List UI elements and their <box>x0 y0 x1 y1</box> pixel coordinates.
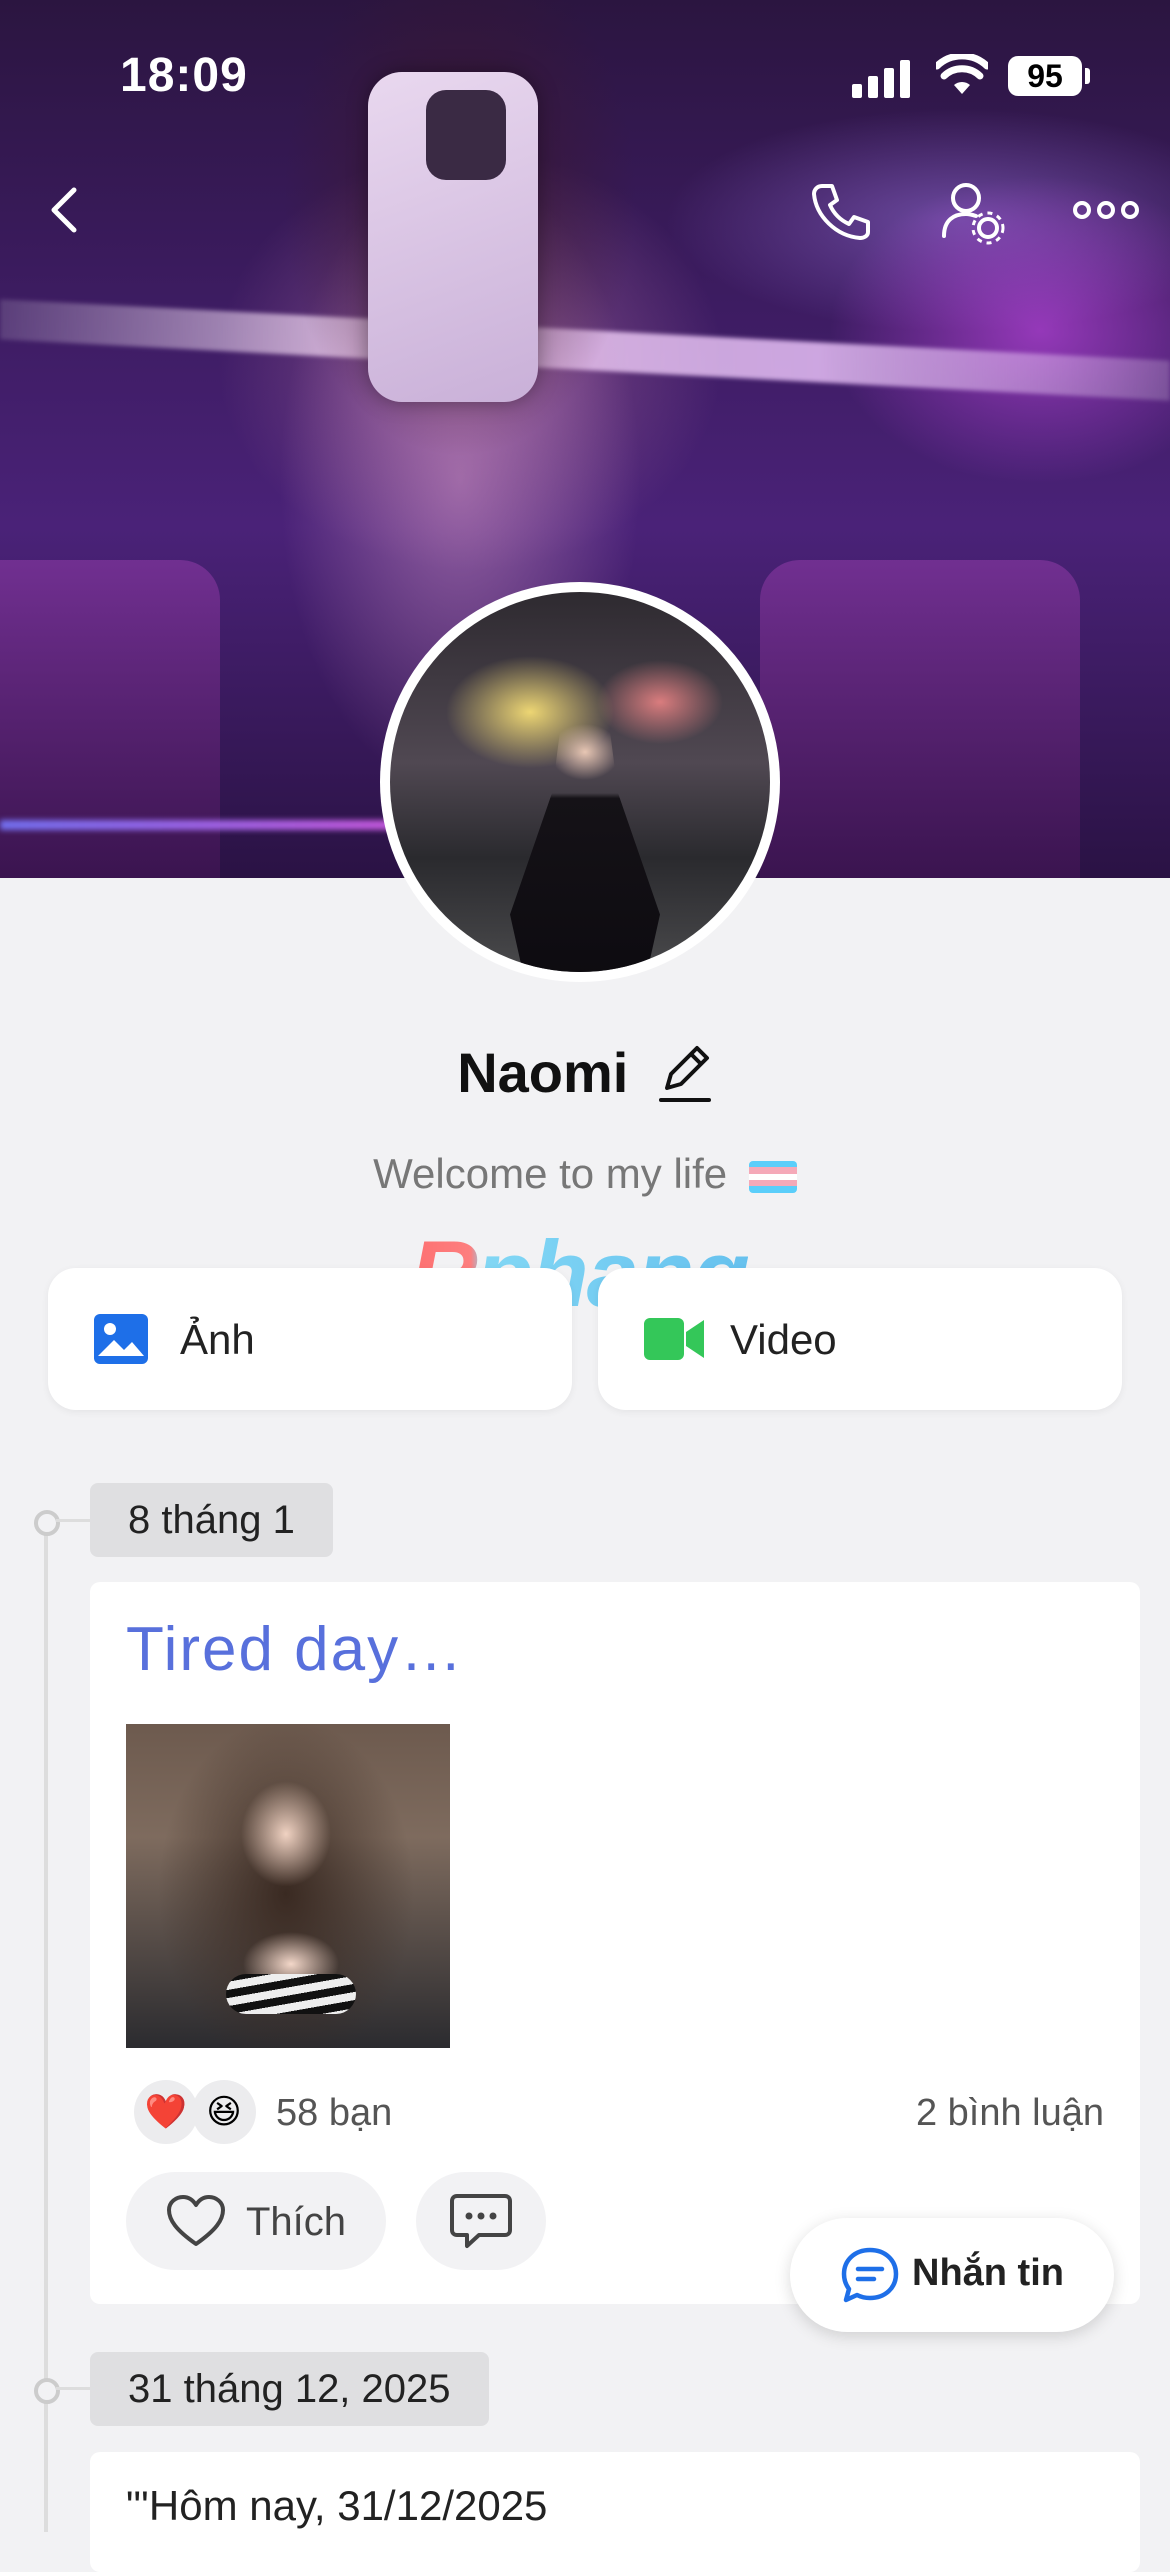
more-options-icon[interactable] <box>1066 170 1146 250</box>
battery-tip <box>1085 68 1090 84</box>
tab-photos-label: Ảnh <box>180 1316 255 1363</box>
like-button-label: Thích <box>246 2200 347 2244</box>
battery-indicator: 95 <box>1008 56 1082 96</box>
status-bar: 18:09 95 <box>0 0 1170 150</box>
reaction-count: 58 bạn <box>276 2092 393 2134</box>
signal-icon <box>852 58 916 98</box>
profile-bio: Welcome to my life <box>0 1150 1170 1198</box>
timeline-connector <box>56 1519 90 1522</box>
status-time: 18:09 <box>120 49 248 102</box>
message-button-label: Nhắn tin <box>912 2252 1064 2294</box>
timeline-post[interactable]: "'Hôm nay, 31/12/2025 <box>90 2452 1140 2572</box>
timeline-connector <box>56 2387 90 2390</box>
transgender-flag-icon <box>748 1160 797 1193</box>
timeline-date: 31 tháng 12, 2025 <box>90 2352 489 2426</box>
message-button[interactable]: Nhắn tin <box>790 2218 1114 2332</box>
laugh-reaction-icon: 😆 <box>192 2080 256 2144</box>
chat-bubble-icon <box>841 2247 899 2303</box>
comment-count[interactable]: 2 bình luận <box>916 2092 1104 2135</box>
heart-icon <box>167 2195 225 2246</box>
video-camera-icon <box>644 1318 704 1360</box>
timeline-dot <box>34 1510 60 1536</box>
tab-video-label: Video <box>730 1316 837 1363</box>
comment-button[interactable] <box>416 2172 546 2270</box>
wifi-icon <box>936 54 988 94</box>
like-button[interactable]: Thích <box>126 2172 386 2270</box>
post-photo[interactable] <box>126 1724 450 2048</box>
back-chevron-icon[interactable] <box>26 170 106 250</box>
edit-pencil-icon[interactable] <box>657 1042 713 1104</box>
timeline-dot <box>34 2378 60 2404</box>
phone-call-icon[interactable] <box>800 170 880 250</box>
cover-decoration <box>760 560 1080 878</box>
avatar-photo <box>390 592 770 972</box>
heart-reaction-icon: ❤️ <box>134 2080 198 2144</box>
profile-name: Naomi <box>457 1041 629 1104</box>
avatar[interactable] <box>380 582 780 982</box>
profile-bio-text: Welcome to my life <box>373 1150 728 1197</box>
comment-bubble-icon <box>450 2194 512 2248</box>
tab-photos[interactable]: Ảnh <box>48 1268 572 1410</box>
timeline-date: 8 tháng 1 <box>90 1483 333 1557</box>
user-settings-icon[interactable] <box>930 170 1010 250</box>
avatar-decoration <box>510 712 660 972</box>
tab-video[interactable]: Video <box>598 1268 1122 1410</box>
reactions-row[interactable]: ❤️ 😆 58 bạn 2 bình luận <box>134 2072 1104 2152</box>
timeline-post[interactable]: Tired day… ❤️ 😆 58 bạn 2 bình luận Thích… <box>90 1582 1140 2304</box>
post-title: Tired day… <box>126 1615 465 1684</box>
post-text: "'Hôm nay, 31/12/2025 <box>126 2482 548 2529</box>
profile-name-row: Naomi <box>0 1040 1170 1105</box>
photo-icon <box>94 1314 148 1364</box>
